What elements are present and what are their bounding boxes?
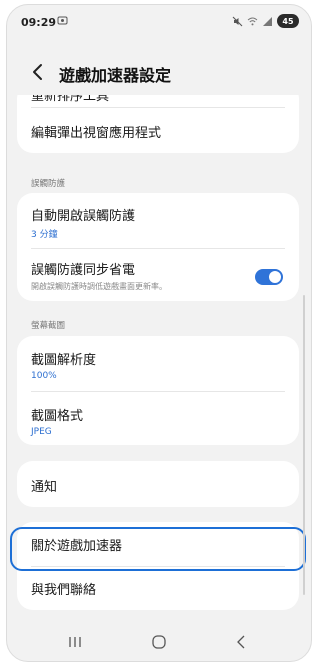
auto-enable-label: 自動開啟誤觸防護: [31, 209, 136, 224]
selection-highlight: [10, 527, 306, 571]
contact-label: 與我們聯絡: [31, 583, 97, 598]
recent-apps-icon[interactable]: [64, 633, 86, 651]
notifications-item[interactable]: 通知: [31, 461, 285, 507]
screenshot-format-item[interactable]: 截圖格式 JPEG: [31, 392, 285, 445]
section-header-touch-protection: 誤觸防護: [31, 179, 66, 189]
screenshot-format-value: JPEG: [31, 427, 52, 437]
screen-record-icon: [57, 16, 68, 25]
notifications-label: 通知: [31, 480, 58, 495]
contact-us-item[interactable]: 與我們聯絡: [31, 567, 285, 610]
scrollbar[interactable]: [303, 295, 305, 595]
touch-protection-power-sync-item[interactable]: 誤觸防護同步省電 開啟誤觸防護時調低遊戲畫面更新率。: [31, 249, 285, 301]
card-notifications: 通知: [17, 461, 299, 507]
section-header-screenshot: 螢幕截圖: [31, 321, 66, 331]
power-sync-toggle[interactable]: [255, 269, 283, 285]
wifi-icon: [247, 17, 258, 25]
settings-list[interactable]: 重新排序工具 編輯彈出視窗應用程式 誤觸防護 自動開啟誤觸防護 3 分鐘 誤觸防…: [7, 95, 311, 630]
reorder-tools-label: 重新排序工具: [31, 95, 110, 104]
page-title: 遊戲加速器設定: [59, 66, 172, 85]
card-tools: 重新排序工具 編輯彈出視窗應用程式: [17, 95, 299, 153]
edit-popup-apps-item[interactable]: 編輯彈出視窗應用程式: [31, 108, 285, 153]
auto-enable-touch-protection-item[interactable]: 自動開啟誤觸防護 3 分鐘: [31, 193, 285, 246]
card-touch-protection: 自動開啟誤觸防護 3 分鐘 誤觸防護同步省電 開啟誤觸防護時調低遊戲畫面更新率。: [17, 193, 299, 301]
navigation-bar: [7, 625, 311, 661]
card-screenshot: 截圖解析度 100% 截圖格式 JPEG: [17, 336, 299, 445]
status-time: 09:29: [21, 16, 57, 29]
home-icon[interactable]: [148, 633, 170, 651]
mute-icon: [232, 16, 243, 26]
reorder-tools-item[interactable]: 重新排序工具: [31, 95, 285, 105]
screenshot-format-label: 截圖格式: [31, 409, 84, 424]
power-sync-description: 開啟誤觸防護時調低遊戲畫面更新率。: [31, 282, 167, 291]
battery-indicator: 45: [277, 14, 299, 28]
signal-icon: [263, 16, 272, 26]
status-bar: 09:29 45: [7, 5, 311, 41]
status-icons: 45: [232, 14, 299, 28]
screenshot-resolution-value: 100%: [31, 371, 57, 381]
page-header: 遊戲加速器設定: [7, 55, 311, 91]
edit-popup-apps-label: 編輯彈出視窗應用程式: [31, 126, 162, 141]
back-arrow-icon[interactable]: [27, 61, 49, 83]
back-icon[interactable]: [230, 633, 252, 651]
screenshot-resolution-label: 截圖解析度: [31, 353, 97, 368]
power-sync-label: 誤觸防護同步省電: [31, 263, 136, 278]
screenshot-resolution-item[interactable]: 截圖解析度 100%: [31, 336, 285, 390]
auto-enable-value: 3 分鐘: [31, 230, 58, 240]
phone-screen: 09:29 45 遊戲加速器設定 重新排序工具 編輯彈出視窗應用程式 誤觸防護 …: [6, 4, 312, 662]
